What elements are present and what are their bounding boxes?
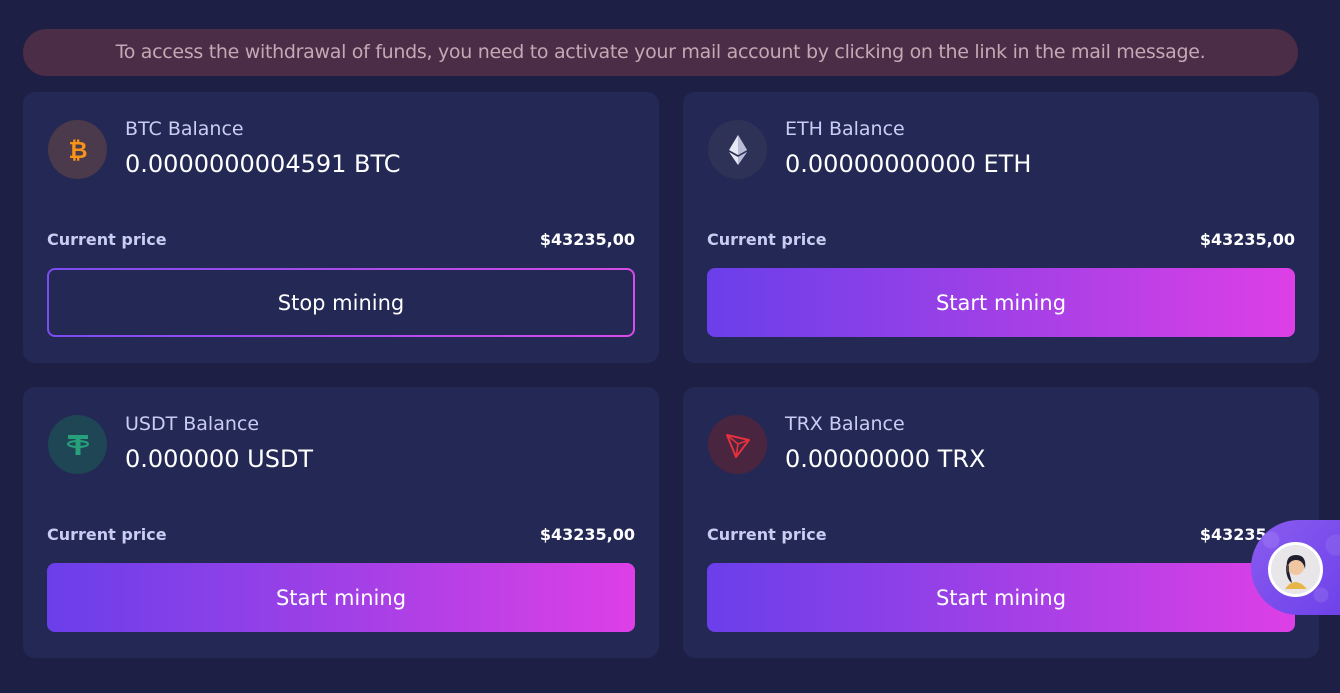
balance-label: TRX Balance — [785, 413, 905, 435]
svg-text:₿: ₿ — [68, 136, 87, 164]
current-price-value: $43235,00 — [1199, 230, 1295, 249]
ethereum-icon — [708, 120, 767, 179]
current-price-value: $43235,00 — [539, 230, 635, 249]
current-price-label: Current price — [707, 525, 827, 544]
balance-label: USDT Balance — [125, 413, 260, 435]
current-price-label: Current price — [47, 230, 167, 249]
stop-mining-button[interactable]: Stop mining — [47, 268, 635, 337]
start-mining-button[interactable]: Start mining — [707, 563, 1295, 632]
tron-icon — [708, 415, 767, 474]
balance-label: BTC Balance — [125, 118, 244, 140]
tether-icon — [48, 415, 107, 474]
current-price-value: $43235,00 — [539, 525, 635, 544]
eth-balance-card: ETH Balance 0.00000000000 ETH Current pr… — [683, 92, 1319, 363]
start-mining-button[interactable]: Start mining — [707, 268, 1295, 337]
current-price-label: Current price — [47, 525, 167, 544]
balance-value: 0.0000000004591 BTC — [125, 150, 401, 178]
support-avatar-icon — [1268, 542, 1323, 597]
balance-value: 0.00000000 TRX — [785, 445, 986, 473]
balance-value: 0.00000000000 ETH — [785, 150, 1032, 178]
usdt-balance-card: USDT Balance 0.000000 USDT Current price… — [23, 387, 659, 658]
start-mining-button[interactable]: Start mining — [47, 563, 635, 632]
balance-label: ETH Balance — [785, 118, 905, 140]
trx-balance-card: TRX Balance 0.00000000 TRX Current price… — [683, 387, 1319, 658]
balance-value: 0.000000 USDT — [125, 445, 314, 473]
btc-balance-card: ₿ BTC Balance 0.0000000004591 BTC Curren… — [23, 92, 659, 363]
bitcoin-icon: ₿ — [48, 120, 107, 179]
email-activation-notice: To access the withdrawal of funds, you n… — [23, 29, 1298, 76]
current-price-label: Current price — [707, 230, 827, 249]
support-chat-button[interactable] — [1251, 520, 1340, 615]
